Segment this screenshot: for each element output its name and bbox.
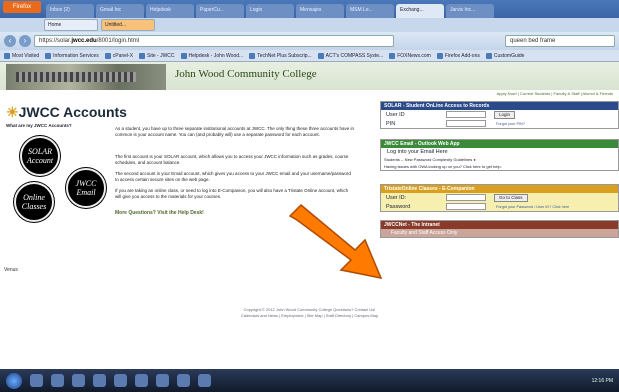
access-icon[interactable]	[198, 374, 211, 387]
word-icon[interactable]	[135, 374, 148, 387]
site-header: John Wood Community College	[0, 62, 619, 90]
email-panel: JWCC Email - Outlook Web App Log into yo…	[380, 139, 619, 171]
start-button[interactable]	[6, 372, 22, 389]
bookmark-icon	[249, 52, 256, 59]
screenshot-frame: Firefox Inbox (2) Gmail Inc Helpdesk Pap…	[0, 0, 619, 392]
bookmark-icon	[317, 52, 324, 59]
email-panel-title: JWCC Email - Outlook Web App	[381, 140, 618, 148]
excel-icon[interactable]	[156, 374, 169, 387]
intro-paragraph: As a student, you have up to three separ…	[115, 126, 355, 137]
bookmark-item[interactable]: Information Services	[45, 52, 99, 59]
online-password-input[interactable]	[446, 203, 486, 210]
section-question: What are my JWCC Accounts?	[6, 123, 72, 128]
browser-tab[interactable]: PaperCu...	[196, 4, 244, 18]
windows-taskbar: 12:16 PM	[0, 369, 619, 392]
page-title: ☀JWCC Accounts	[6, 104, 127, 120]
bookmarks-bar: Most Visited Information Services cPanel…	[0, 50, 619, 62]
media-icon[interactable]	[72, 374, 85, 387]
solar-account-badge: SOLAR Account	[20, 136, 60, 176]
college-name[interactable]: John Wood Community College	[175, 68, 317, 80]
bookmark-item[interactable]: CustomGuide	[485, 52, 524, 59]
search-input[interactable]: queen bed frame	[505, 35, 615, 47]
tab-untitled[interactable]: Untitled...	[101, 19, 155, 31]
bookmark-icon	[139, 52, 146, 59]
firefox-icon[interactable]	[93, 374, 106, 387]
campus-photo	[6, 64, 166, 90]
email-login-link[interactable]: Log into your Email Here	[381, 148, 618, 156]
bookmark-item[interactable]: Helpdesk - John Wood...	[180, 52, 243, 59]
sun-logo-icon: ☀	[6, 104, 19, 120]
browser-tab[interactable]: Gmail Inc	[96, 4, 144, 18]
bookmark-icon	[45, 52, 52, 59]
annotation-arrow	[288, 203, 383, 280]
browser-tab-bar: Firefox Inbox (2) Gmail Inc Helpdesk Pap…	[0, 0, 619, 18]
bookmark-item[interactable]: TechNet Plus Subscrip...	[249, 52, 312, 59]
bookmark-icon	[389, 52, 396, 59]
firefox-menu-button[interactable]: Firefox	[3, 1, 41, 13]
solar-paragraph: The first account is your SOLAR account,…	[115, 154, 349, 165]
online-classes-badge: Online Classes	[14, 182, 54, 222]
bookmark-item[interactable]: Most Visited	[4, 52, 39, 59]
outlook-icon[interactable]	[114, 374, 127, 387]
browser-tab[interactable]: Helpdesk	[146, 4, 194, 18]
browser-tab[interactable]: Login	[246, 4, 294, 18]
bookmark-item[interactable]: cPanel-X	[104, 52, 133, 59]
bookmark-icon	[485, 52, 492, 59]
online-password-label: Password	[386, 203, 411, 210]
browser-tab[interactable]: Exchang...	[396, 4, 444, 18]
bookmark-icon	[4, 52, 10, 59]
status-text: Venus	[4, 267, 18, 273]
solar-pin-label: PIN	[386, 120, 396, 127]
intranet-panel-title[interactable]: JWCCNet - The Intranet	[381, 221, 618, 229]
solar-login-button[interactable]: Login	[494, 110, 516, 119]
explorer-icon[interactable]	[51, 374, 64, 387]
solar-userid-input[interactable]	[446, 111, 486, 118]
intranet-subtitle: Faculty and Staff Access Only	[381, 229, 618, 237]
solar-panel: SOLAR - Student OnLine Access to Records…	[380, 101, 619, 129]
navigation-bar: ‹ › https://solar.jwcc.edu/8001/login.ht…	[0, 32, 619, 50]
email-account-badge: JWCC Email	[66, 168, 106, 208]
browser-tab[interactable]: Jarvis Inc...	[446, 4, 494, 18]
bookmark-item[interactable]: Firefox Add-ons	[436, 52, 480, 59]
online-panel-title: TristateOnline Classes - E-Companion	[381, 185, 618, 193]
powerpoint-icon[interactable]	[177, 374, 190, 387]
online-userid-input[interactable]	[446, 194, 486, 201]
solar-pin-input[interactable]	[446, 120, 486, 127]
web-page: John Wood Community College Apply Now! |…	[0, 62, 619, 369]
go-to-class-button[interactable]: Go to Class	[494, 193, 528, 202]
online-paragraph: If you are taking an online class, or ne…	[115, 188, 349, 199]
bookmark-item[interactable]: FOXNews.com	[389, 52, 431, 59]
browser-tab[interactable]: Mensajes	[296, 4, 344, 18]
solar-panel-title: SOLAR - Student OnLine Access to Records	[381, 102, 618, 110]
owa-help-link[interactable]: Having issues with OWA locking up on you…	[381, 163, 618, 170]
bookmark-icon	[436, 52, 443, 59]
bookmark-icon	[180, 52, 187, 59]
help-desk-link[interactable]: More Questions? Visit the Help Desk!	[115, 210, 204, 216]
tab-home[interactable]: Home	[44, 19, 98, 31]
password-guidelines-link[interactable]: Students -- New Password Complexity Guid…	[381, 156, 618, 163]
tab-group-row: Home Untitled...	[0, 18, 619, 32]
ie-icon[interactable]	[30, 374, 43, 387]
top-links[interactable]: Apply Now! | Current Students | Faculty …	[497, 91, 613, 96]
intranet-panel: JWCCNet - The Intranet Faculty and Staff…	[380, 220, 619, 238]
email-paragraph: The second account is your Email account…	[115, 171, 351, 182]
online-userid-label: User ID:	[386, 194, 407, 201]
online-panel: TristateOnline Classes - E-Companion Use…	[380, 184, 619, 212]
back-icon[interactable]: ‹	[4, 35, 16, 47]
address-bar[interactable]: https://solar.jwcc.edu/8001/login.html	[34, 35, 394, 47]
forward-icon[interactable]: ›	[19, 35, 31, 47]
page-footer: Copyright © 2012 John Wood Community Col…	[0, 307, 619, 319]
forgot-password-link[interactable]: Forgot your Password / User ID? Click he…	[496, 205, 569, 209]
bookmark-item[interactable]: Site - JWCC	[139, 52, 175, 59]
footer-links[interactable]: Calendars and News | Employment | Site M…	[0, 313, 619, 319]
alert-icon: ●	[473, 157, 476, 162]
forgot-pin-link[interactable]: Forgot your PIN?	[496, 122, 525, 126]
browser-tab[interactable]: Inbox (2)	[46, 4, 94, 18]
solar-userid-label: User ID	[386, 111, 405, 118]
bookmark-icon	[104, 52, 111, 59]
bookmark-item[interactable]: ACT's COMPASS Syste...	[317, 52, 383, 59]
clock[interactable]: 12:16 PM	[592, 378, 619, 384]
browser-tab[interactable]: MSM Le...	[346, 4, 394, 18]
